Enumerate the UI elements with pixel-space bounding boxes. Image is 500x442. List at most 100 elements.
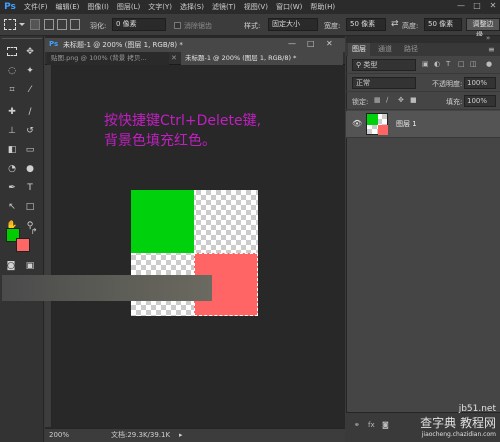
- tab-layers[interactable]: 图层: [348, 43, 370, 56]
- lock-all-icon[interactable]: ■: [410, 96, 417, 104]
- marquee-tool-icon[interactable]: [4, 19, 16, 30]
- tab-close-icon[interactable]: ✕: [171, 54, 177, 62]
- ps-doc-icon: Ps: [49, 40, 59, 48]
- layer-name[interactable]: 图层 1: [396, 119, 417, 129]
- pen-icon[interactable]: ✒: [4, 180, 20, 196]
- lasso-icon[interactable]: ◌: [4, 63, 20, 79]
- zoom-level[interactable]: 200%: [49, 429, 69, 442]
- filter-pixel-icon[interactable]: ▣: [422, 60, 429, 68]
- watermark-line-2: 查字典 教程网: [420, 416, 496, 430]
- menu-edit[interactable]: 编辑(E): [52, 0, 84, 14]
- menu-view[interactable]: 视图(V): [240, 0, 272, 14]
- move-tool-icon[interactable]: ✥: [22, 44, 38, 60]
- minimize-button[interactable]: —: [456, 1, 466, 11]
- menu-window[interactable]: 窗口(W): [272, 0, 306, 14]
- opacity-input[interactable]: 100%: [464, 77, 496, 89]
- refine-edge-button[interactable]: 调整边缘...: [466, 18, 500, 39]
- doc-close-button[interactable]: ✕: [326, 39, 333, 48]
- overlay-band: [2, 275, 212, 301]
- tab-paths[interactable]: 路径: [400, 43, 422, 56]
- close-button[interactable]: ✕: [488, 1, 498, 11]
- panel-collapse-icon[interactable]: »: [486, 34, 490, 42]
- history-brush-icon[interactable]: ↺: [22, 123, 38, 139]
- menu-select[interactable]: 选择(S): [176, 0, 208, 14]
- layer-style-icon[interactable]: fx: [368, 421, 375, 429]
- filter-shape-icon[interactable]: □: [458, 60, 465, 68]
- style-select[interactable]: 固定大小: [268, 18, 318, 31]
- height-input[interactable]: 50 像素: [424, 18, 462, 31]
- menu-image[interactable]: 图像(I): [83, 0, 113, 14]
- rectangular-marquee-icon[interactable]: [4, 44, 20, 60]
- tab-texture-png[interactable]: 贴图.png @ 100% (背景 拷贝...: [47, 52, 169, 65]
- layer-filter-select[interactable]: ⚲ 类型: [352, 59, 416, 71]
- vertical-ruler: [45, 65, 52, 427]
- layer-row[interactable]: 👁 图层 1: [346, 111, 500, 138]
- annotation-line-1: 按快捷键Ctrl+Delete键,: [104, 113, 262, 129]
- doc-minimize-button[interactable]: —: [288, 39, 296, 48]
- dodge-icon[interactable]: ●: [22, 161, 38, 177]
- feather-input[interactable]: 0 像素: [112, 18, 166, 31]
- tools-panel: ✥ ◌ ✦ ⌗ ⁄ ✚ ∕ ⊥ ↺ ◧ ▭ ◔ ● ✒ T ↖ □ ✋ ⚲ ↱ …: [0, 36, 44, 442]
- swap-colors-icon[interactable]: ↱: [26, 224, 42, 240]
- chevron-down-icon[interactable]: [19, 23, 25, 26]
- add-selection-icon[interactable]: [44, 19, 54, 30]
- document-size: 文档:29.3K/39.1K: [111, 431, 171, 439]
- tab-untitled-1[interactable]: 未标题-1 @ 200% (图层 1, RGB/8) *: [181, 52, 343, 65]
- menu-layer[interactable]: 图层(L): [113, 0, 144, 14]
- filter-type-icon[interactable]: T: [446, 60, 450, 68]
- magic-wand-icon[interactable]: ✦: [22, 63, 38, 79]
- menu-filter[interactable]: 滤镜(T): [208, 0, 240, 14]
- maximize-button[interactable]: □: [472, 1, 482, 11]
- intersect-selection-icon[interactable]: [70, 19, 80, 30]
- filter-adjust-icon[interactable]: ◐: [434, 60, 440, 68]
- clone-stamp-icon[interactable]: ⊥: [4, 123, 20, 139]
- filter-smart-icon[interactable]: ◫: [470, 60, 477, 68]
- brush-icon[interactable]: ∕: [22, 104, 38, 120]
- subtract-selection-icon[interactable]: [57, 19, 67, 30]
- layer-thumbnail: [366, 113, 388, 135]
- width-input[interactable]: 50 像素: [346, 18, 386, 31]
- menu-file[interactable]: 文件(F): [20, 0, 52, 14]
- status-arrow-icon[interactable]: ▸: [179, 429, 183, 442]
- blur-icon[interactable]: ◔: [4, 161, 20, 177]
- path-selection-icon[interactable]: ↖: [4, 199, 20, 215]
- lock-pixels-icon[interactable]: ▦: [374, 96, 381, 104]
- lock-position-icon[interactable]: ✥: [398, 96, 404, 104]
- crop-icon[interactable]: ⌗: [4, 82, 20, 98]
- antialias-checkbox[interactable]: [174, 22, 181, 29]
- thumbnail-green-area: [367, 114, 378, 125]
- filter-type-label: 类型: [363, 61, 378, 69]
- visibility-eye-icon[interactable]: 👁: [352, 119, 362, 128]
- document-tabs: 贴图.png @ 100% (背景 拷贝... ✕ 未标题-1 @ 200% (…: [45, 52, 345, 65]
- background-color-swatch[interactable]: [16, 238, 30, 252]
- rectangle-shape-icon[interactable]: □: [22, 199, 38, 215]
- menu-help[interactable]: 帮助(H): [306, 0, 339, 14]
- toolbar-grip[interactable]: [2, 38, 42, 42]
- type-icon[interactable]: T: [22, 180, 38, 196]
- opacity-label: 不透明度:: [432, 80, 463, 88]
- eyedropper-icon[interactable]: ⁄: [22, 82, 38, 98]
- swap-dimensions-icon[interactable]: ⇄: [391, 19, 399, 29]
- filter-toggle-icon[interactable]: ●: [486, 60, 492, 68]
- menu-bar: Ps 文件(F) 编辑(E) 图像(I) 图层(L) 文字(Y) 选择(S) 滤…: [0, 0, 500, 14]
- lock-paint-icon[interactable]: ∕: [386, 96, 388, 104]
- panel-menu-icon[interactable]: ≡: [488, 45, 495, 54]
- document-title: 未标题-1 @ 200% (图层 1, RGB/8) *: [63, 41, 183, 49]
- screen-mode-icon[interactable]: ▣: [22, 258, 38, 274]
- doc-maximize-button[interactable]: □: [307, 39, 315, 48]
- link-layers-icon[interactable]: ⚭: [354, 421, 360, 429]
- healing-brush-icon[interactable]: ✚: [4, 104, 20, 120]
- quick-mask-icon[interactable]: ◙: [3, 258, 19, 274]
- status-bar: 200% 文档:29.3K/39.1K ▸: [45, 428, 345, 442]
- fill-input[interactable]: 100%: [464, 95, 496, 107]
- feather-label: 羽化:: [90, 22, 107, 30]
- new-selection-icon[interactable]: [30, 19, 40, 30]
- blend-mode-select[interactable]: 正常: [352, 77, 416, 89]
- window-controls: — □ ✕: [456, 1, 498, 11]
- menu-type[interactable]: 文字(Y): [144, 0, 176, 14]
- add-mask-icon[interactable]: ◙: [382, 421, 389, 429]
- style-label: 样式:: [244, 22, 261, 30]
- tab-channels[interactable]: 通道: [374, 43, 396, 56]
- eraser-icon[interactable]: ◧: [4, 142, 20, 158]
- gradient-icon[interactable]: ▭: [22, 142, 38, 158]
